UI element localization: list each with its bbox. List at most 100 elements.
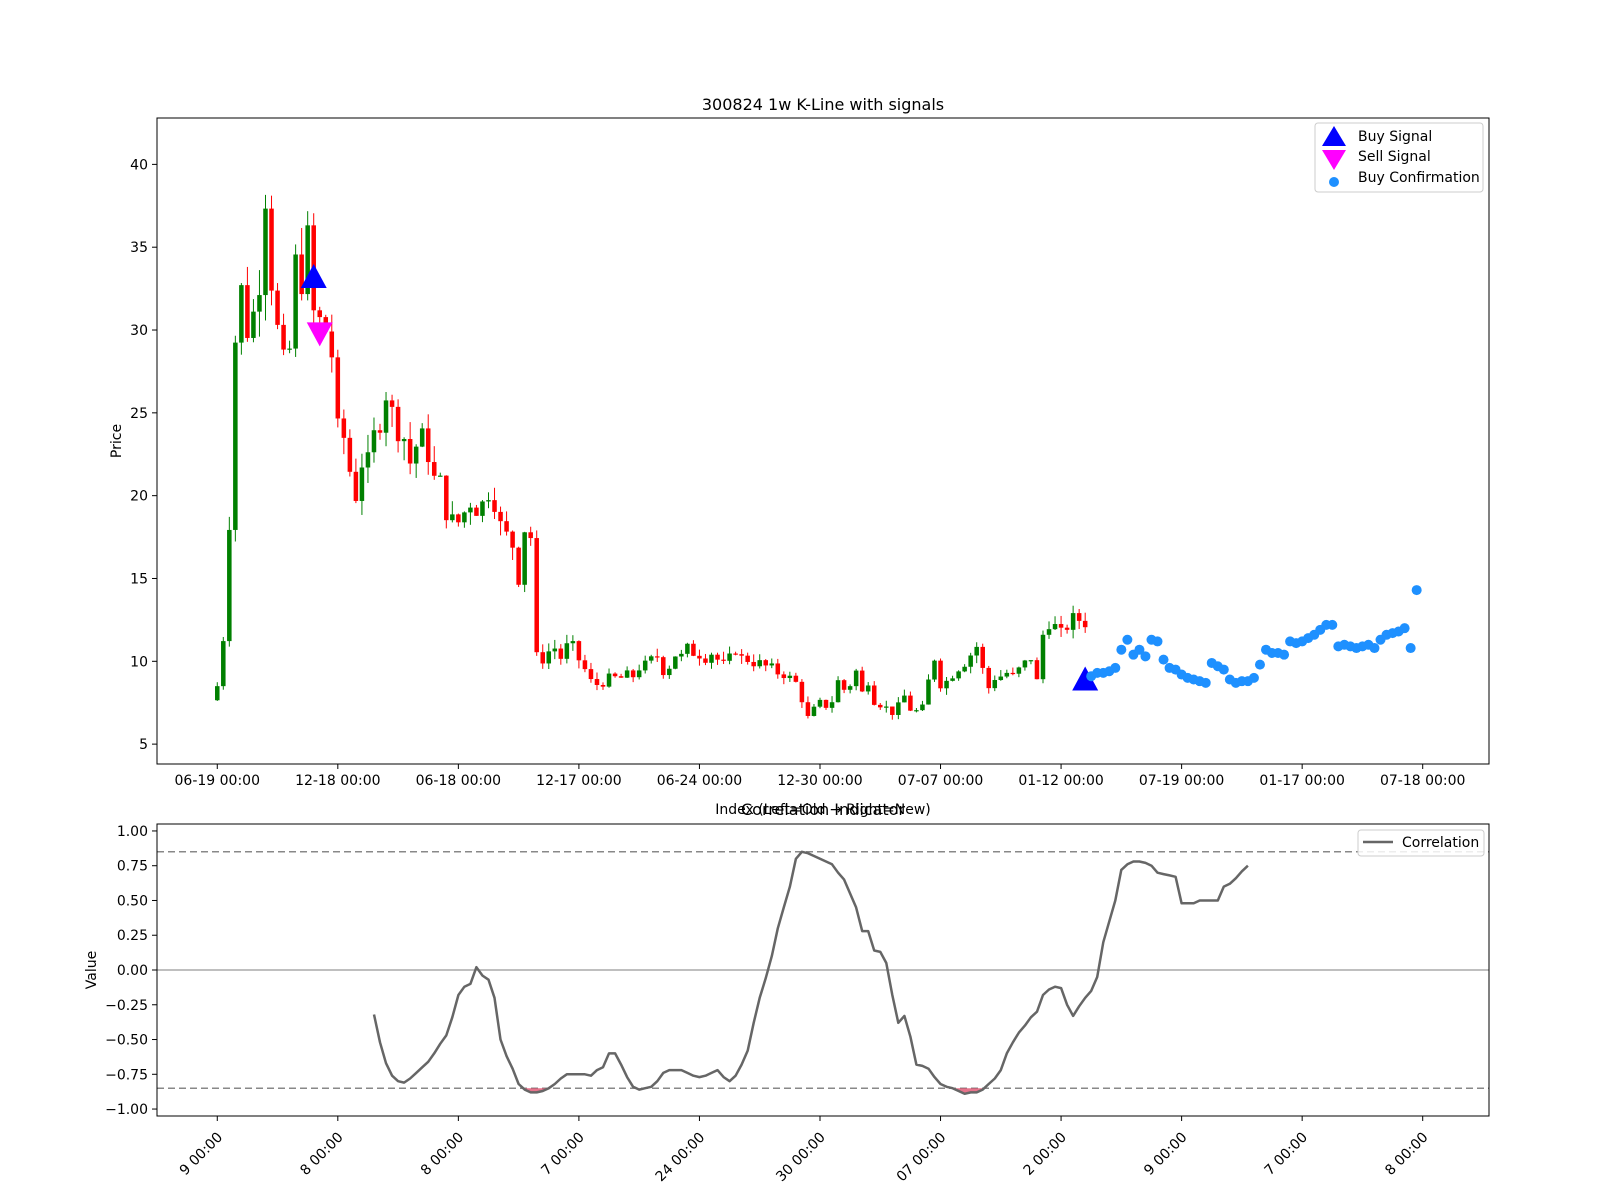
kline-title: 300824 1w K-Line with signals: [702, 95, 944, 114]
candle-body: [474, 507, 479, 516]
legend-correlation-label: Correlation: [1402, 835, 1479, 851]
candle-body: [1040, 634, 1046, 680]
candle-body: [938, 660, 943, 689]
candle-body: [739, 654, 744, 656]
buy-confirmation-marker: [1158, 654, 1169, 665]
candle-body: [257, 295, 262, 312]
candle-body: [775, 663, 781, 675]
candle-body: [558, 648, 564, 659]
candle-body: [811, 706, 817, 716]
correlation-y-tick-label: −1.00: [105, 1102, 148, 1118]
buy-confirmation-marker: [1279, 649, 1290, 660]
candle-body: [552, 648, 558, 652]
legend-sell-signal-label: Sell Signal: [1358, 149, 1431, 165]
candle-body: [715, 654, 720, 660]
kline-x-tick-label: 06-19 00:00: [175, 773, 260, 789]
kline-x-tick-label: 06-24 00:00: [657, 773, 742, 789]
candle-body: [540, 652, 545, 664]
candle-body: [835, 680, 841, 703]
candle-body: [293, 254, 298, 349]
candle-body: [341, 418, 347, 438]
candle-body: [998, 676, 1004, 681]
candle-body: [733, 653, 738, 655]
candle-body: [648, 656, 654, 661]
candle-body: [359, 467, 365, 501]
candle-body: [709, 654, 714, 663]
candle-body: [751, 661, 756, 667]
kline-x-tick-label: 12-18 00:00: [295, 773, 380, 789]
candle-body: [534, 538, 539, 653]
candle-body: [721, 659, 726, 661]
buy-confirmation-marker: [1405, 643, 1416, 654]
candle-body: [486, 500, 491, 502]
candle-body: [1052, 624, 1058, 630]
kline-x-tick-label: 12-30 00:00: [777, 773, 862, 789]
kline-y-tick-label: 35: [130, 240, 148, 256]
candle-body: [1028, 660, 1034, 662]
candle-body: [462, 512, 467, 523]
buy-confirmation-marker: [1399, 623, 1410, 634]
candle-body: [932, 660, 937, 680]
buy-confirmation-marker: [1116, 644, 1127, 655]
candle-body: [902, 695, 907, 703]
buy-confirmation-marker: [1122, 634, 1133, 645]
kline-x-tick-label: 07-07 00:00: [898, 773, 983, 789]
correlation-y-tick-label: 1.00: [117, 824, 148, 840]
candle-body: [275, 290, 280, 325]
candle-body: [299, 254, 304, 295]
kline-legend: Buy Signal Sell Signal Buy Confirmation: [1314, 122, 1484, 193]
candle-body: [287, 348, 292, 350]
legend-buy-confirmation-label: Buy Confirmation: [1358, 170, 1480, 186]
candle-body: [516, 547, 521, 585]
candle-body: [365, 452, 371, 468]
candle-body: [317, 310, 322, 318]
candle-body: [805, 702, 811, 716]
candle-body: [1004, 672, 1010, 677]
candle-body: [564, 643, 570, 659]
candle-body: [281, 324, 286, 350]
candle-body: [227, 529, 232, 642]
candle-body: [654, 656, 660, 658]
kline-x-tick-label: 12-17 00:00: [536, 773, 621, 789]
buy-confirmation-marker: [1110, 662, 1121, 673]
candle-body: [1034, 660, 1040, 680]
buy-confirmation-marker: [1140, 651, 1151, 662]
candle-body: [588, 669, 594, 680]
candle-body: [1058, 624, 1064, 628]
kline-y-tick-label: 5: [139, 737, 148, 753]
candle-body: [781, 674, 787, 679]
kline-y-tick-label: 10: [130, 654, 148, 670]
candle-body: [498, 511, 503, 522]
candle-body: [371, 430, 377, 453]
correlation-y-tick-label: 0.75: [117, 859, 148, 875]
candle-body: [853, 670, 859, 687]
candle-body: [425, 428, 431, 463]
candle-body: [763, 660, 769, 666]
candle-body: [980, 646, 985, 668]
candle-body: [1046, 629, 1052, 635]
candle-body: [685, 643, 690, 654]
buy-confirmation-marker: [1369, 643, 1380, 654]
candle-body: [673, 656, 678, 669]
candle-body: [480, 501, 485, 516]
candle-body: [528, 532, 533, 539]
candle-body: [661, 657, 666, 676]
buy-confirmation-marker: [1218, 664, 1229, 675]
candle-body: [642, 660, 648, 671]
candle-body: [817, 699, 823, 707]
candle-body: [956, 671, 961, 679]
kline-x-tick-label: 01-17 00:00: [1259, 773, 1344, 789]
kline-y-tick-label: 25: [130, 406, 148, 422]
candle-body: [383, 400, 389, 433]
correlation-legend: Correlation: [1357, 829, 1485, 857]
candle-body: [871, 685, 877, 705]
candle-body: [233, 342, 238, 530]
candle-body: [1064, 627, 1070, 630]
candle-body: [1070, 613, 1076, 630]
kline-y-tick-label: 40: [130, 157, 148, 173]
candle-body: [401, 439, 407, 442]
candle-body: [986, 667, 992, 689]
candle-body: [847, 686, 853, 690]
candle-body: [407, 439, 413, 464]
candle-body: [600, 684, 606, 687]
